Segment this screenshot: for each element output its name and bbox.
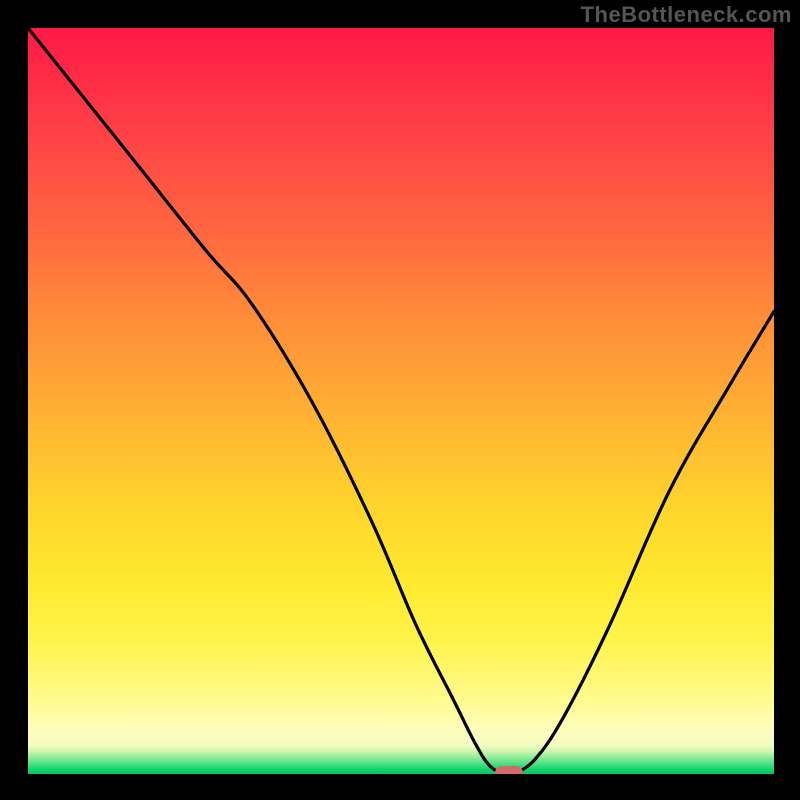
background-gradient [28,28,774,774]
watermark-text: TheBottleneck.com [581,2,792,28]
chart-frame: TheBottleneck.com [0,0,800,800]
optimum-marker [495,766,523,775]
plot-area [28,28,774,774]
